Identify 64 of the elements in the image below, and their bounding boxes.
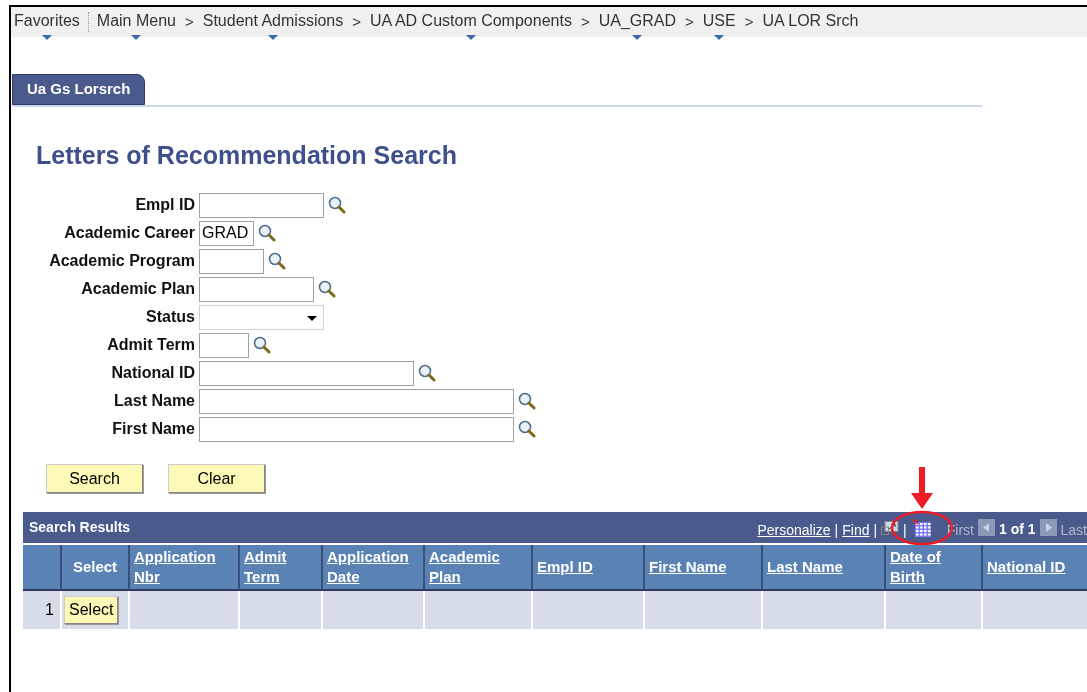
breadcrumb-separator: > bbox=[685, 11, 694, 32]
breadcrumb-link[interactable]: Main Menu bbox=[96, 4, 176, 40]
toolbar-divider: | bbox=[903, 521, 907, 540]
input-field[interactable]: GRAD bbox=[199, 220, 254, 246]
search-icon[interactable] bbox=[253, 336, 271, 354]
breadcrumb-link[interactable]: Student Admissions bbox=[202, 4, 344, 40]
breadcrumb-separator: > bbox=[352, 11, 361, 32]
search-icon[interactable] bbox=[318, 280, 336, 298]
column-header[interactable]: Last Name bbox=[763, 545, 886, 589]
select-button[interactable]: Select bbox=[64, 596, 119, 624]
action-button[interactable]: Search bbox=[46, 464, 143, 493]
input-field[interactable] bbox=[199, 388, 514, 414]
column-header[interactable]: National ID bbox=[983, 545, 1087, 589]
search-icon[interactable] bbox=[418, 364, 436, 382]
column-header[interactable]: Academic Plan bbox=[425, 545, 533, 589]
search-icon[interactable] bbox=[268, 252, 286, 270]
field-label: Admit Term bbox=[106, 335, 196, 355]
input-field[interactable] bbox=[199, 248, 264, 274]
download-grid-icon[interactable] bbox=[912, 518, 931, 537]
field-label: Academic Plan bbox=[80, 279, 196, 299]
caret-icon bbox=[307, 315, 317, 321]
field-label: Last Name bbox=[113, 391, 196, 411]
breadcrumb-link[interactable]: UA_GRAD bbox=[598, 4, 676, 40]
breadcrumb-separator: > bbox=[580, 11, 590, 32]
action-button[interactable]: Clear bbox=[168, 464, 265, 493]
toolbar-divider: | bbox=[834, 521, 839, 540]
breadcrumb-separator: > bbox=[744, 11, 754, 32]
field-label: Academic Program bbox=[48, 251, 196, 271]
field-label: Empl ID bbox=[134, 195, 196, 215]
page-count: 1 of 1 bbox=[998, 520, 1036, 539]
input-field[interactable] bbox=[199, 276, 314, 302]
field-label: Academic Career bbox=[63, 223, 196, 243]
field-label: National ID bbox=[110, 363, 196, 383]
search-icon[interactable] bbox=[258, 224, 276, 242]
input-field[interactable] bbox=[199, 416, 514, 442]
column-header[interactable]: First Name bbox=[645, 545, 763, 589]
field-label: Status bbox=[145, 307, 196, 327]
search-icon[interactable] bbox=[328, 196, 346, 214]
field-label: First Name bbox=[111, 419, 196, 439]
breadcrumb-link[interactable]: UA AD Custom Components bbox=[370, 4, 572, 40]
input-field[interactable] bbox=[199, 360, 414, 386]
breadcrumb-link[interactable]: USE bbox=[702, 4, 736, 40]
column-header[interactable]: Admit Term bbox=[240, 545, 323, 589]
row-number: 1 bbox=[23, 591, 62, 629]
column-header[interactable]: Application Nbr bbox=[130, 545, 240, 589]
page-heading: Letters of Recommendation Search bbox=[36, 139, 458, 171]
breadcrumb-link[interactable]: Favorites bbox=[14, 4, 80, 40]
column-header[interactable]: Date of Birth bbox=[886, 545, 983, 589]
search-icon[interactable] bbox=[518, 392, 536, 410]
zoom-icon[interactable] bbox=[881, 520, 900, 535]
breadcrumb-link[interactable]: UA LOR Srch bbox=[762, 4, 859, 40]
toolbar-divider: | bbox=[873, 521, 878, 540]
breadcrumb-separator: > bbox=[184, 11, 194, 32]
toolbar-link[interactable]: Find bbox=[842, 520, 870, 541]
search-icon[interactable] bbox=[518, 420, 536, 438]
input-field[interactable] bbox=[199, 332, 249, 358]
column-header[interactable]: Empl ID bbox=[533, 545, 645, 589]
column-header[interactable]: Application Date bbox=[323, 545, 425, 589]
column-header: Select bbox=[62, 545, 130, 589]
annotation-arrow bbox=[910, 466, 933, 509]
input-field[interactable] bbox=[199, 192, 324, 218]
toolbar-link[interactable]: Personalize bbox=[757, 520, 831, 541]
results-title: Search Results bbox=[28, 518, 132, 537]
tab[interactable]: Ua Gs Lorsrch bbox=[12, 74, 146, 105]
